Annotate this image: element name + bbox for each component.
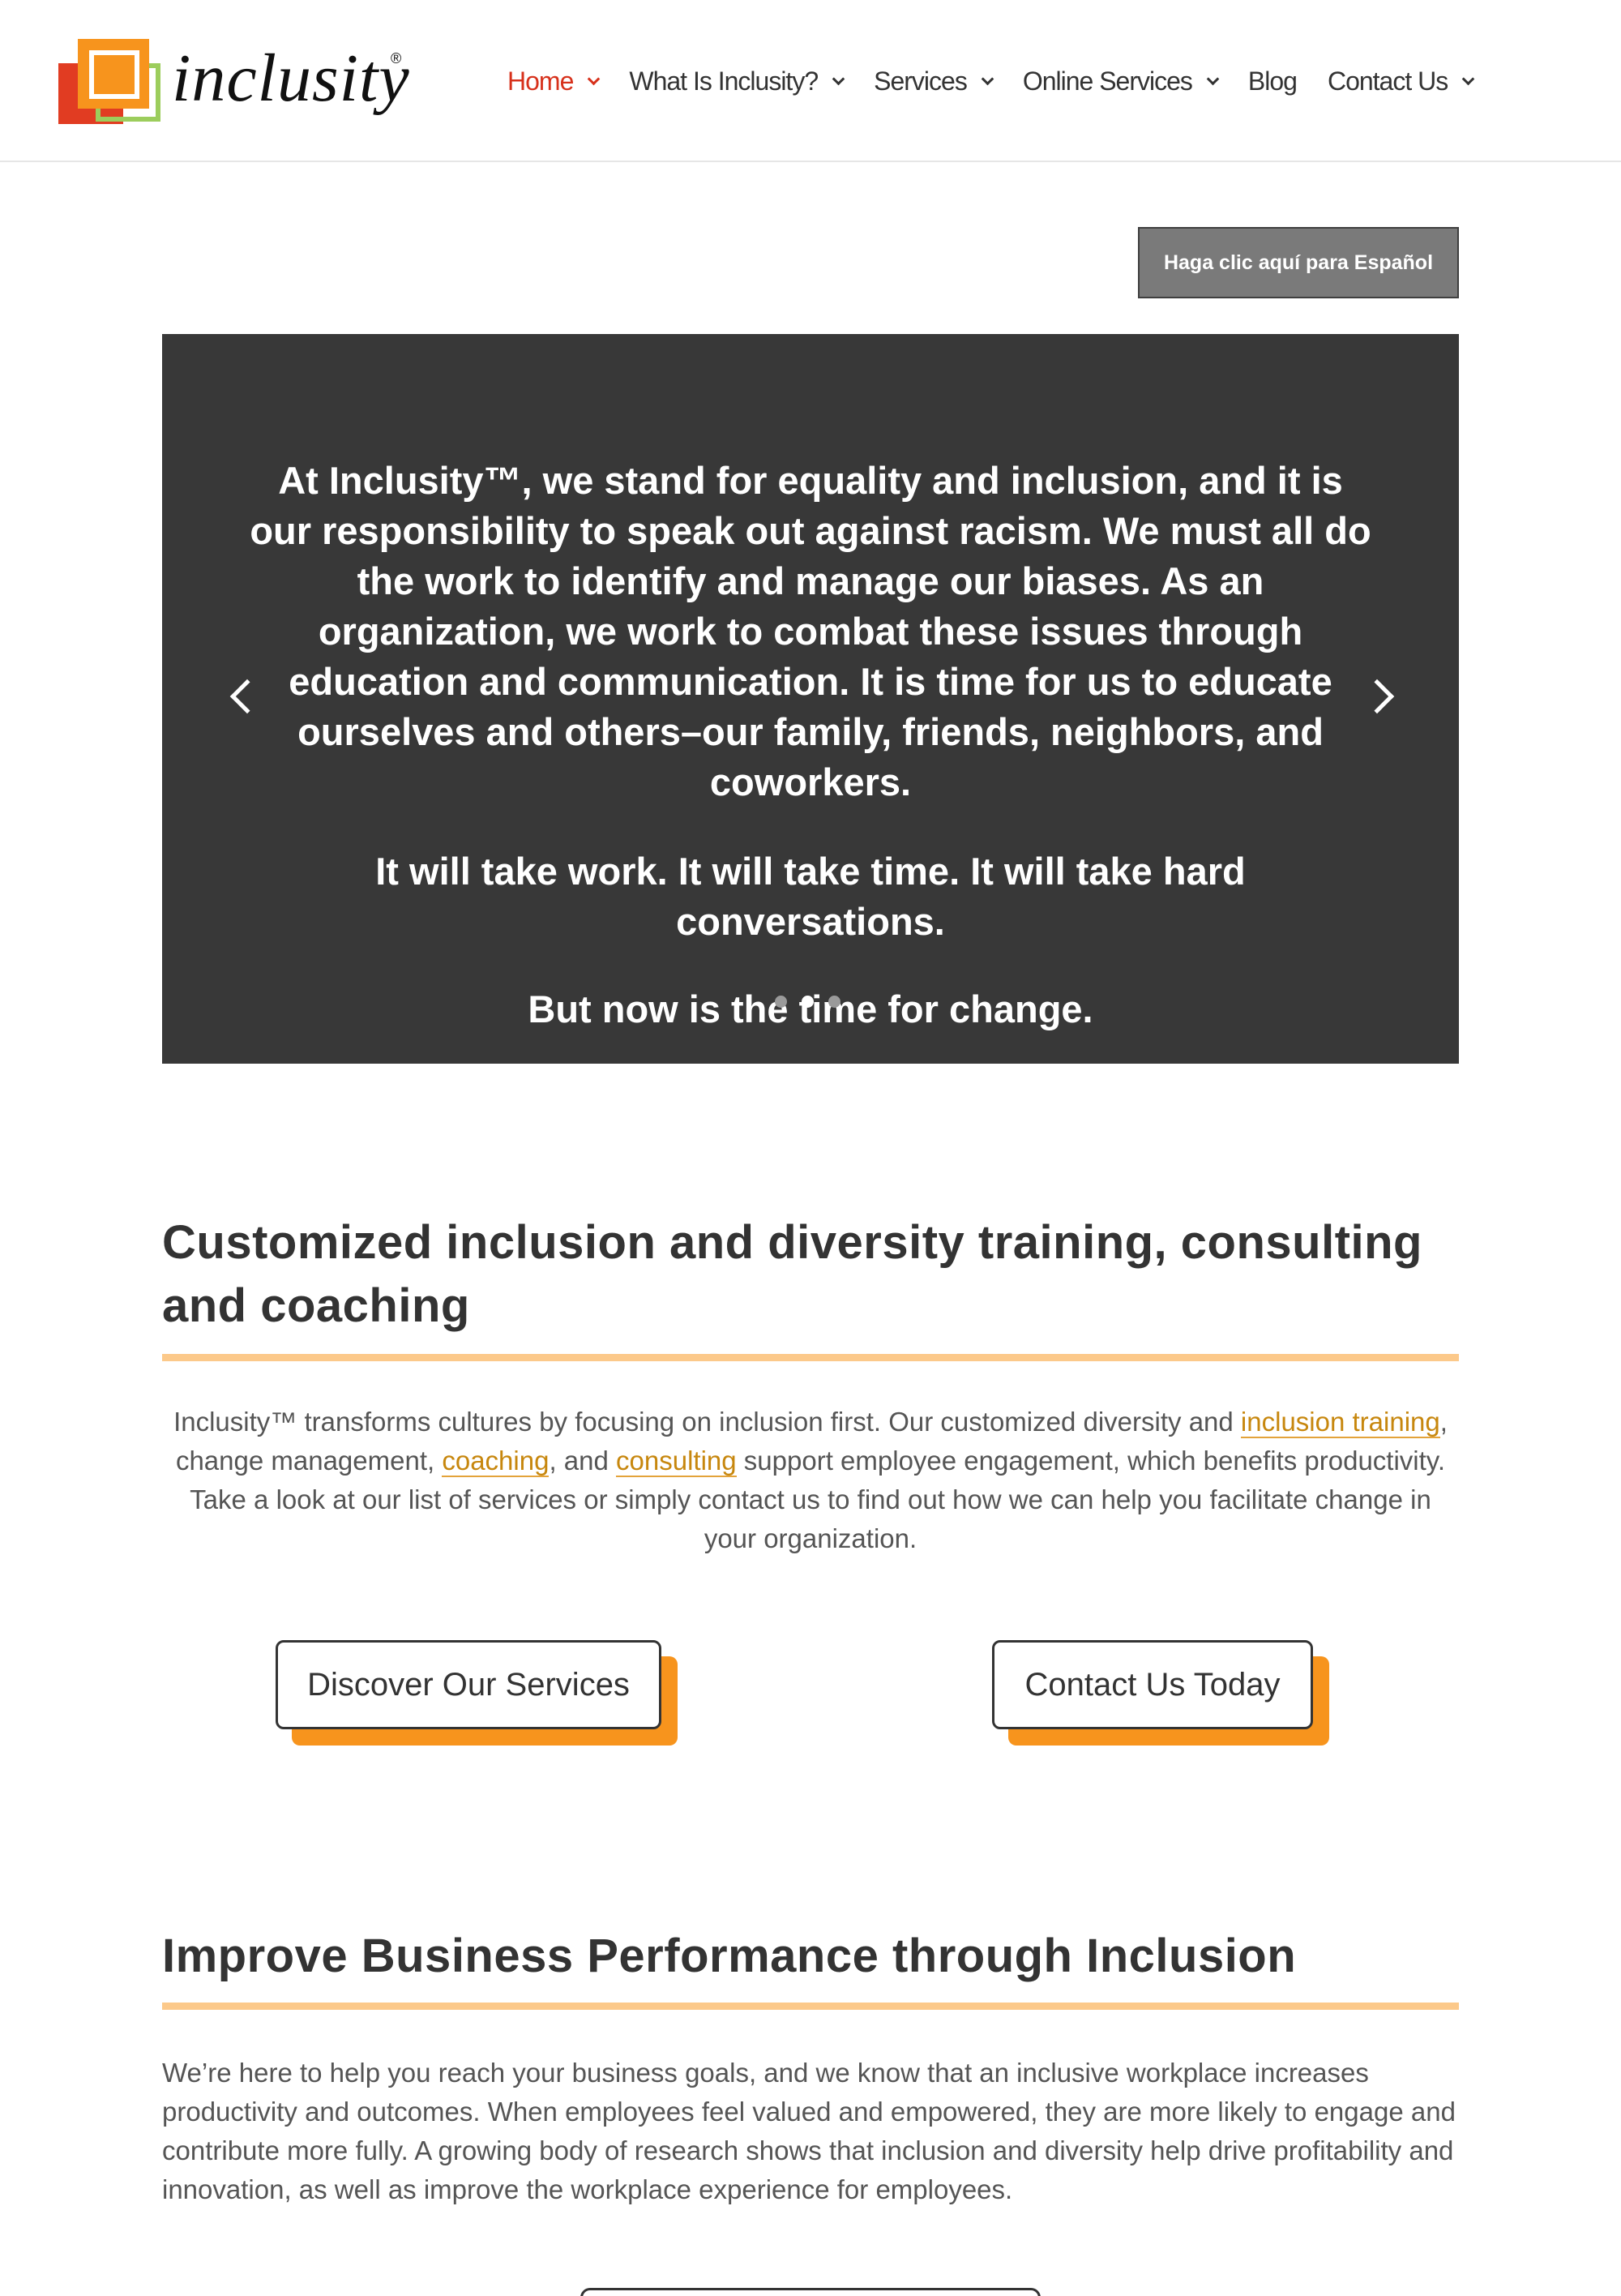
section-performance-text: We’re here to help you reach your busine… [162, 2058, 1456, 2204]
slider-pagination [775, 996, 855, 1008]
slider-dot[interactable] [828, 996, 840, 1008]
discover-services-button[interactable]: Discover Our Services [276, 1640, 678, 1746]
nav-item-label: What Is Inclusity? [629, 66, 819, 96]
site-header: inclusity ® Home What Is Inclusity? Serv… [0, 0, 1621, 162]
site-logo[interactable]: inclusity ® [58, 39, 415, 128]
nav-item-blog[interactable]: Blog [1247, 66, 1298, 96]
section-heading-training: Customized inclusion and diversity train… [162, 1216, 1422, 1332]
nav-item-home[interactable]: Home [507, 66, 601, 96]
heading-underline [162, 1354, 1459, 1361]
logo-text: inclusity [172, 41, 410, 116]
section-intro-text: Inclusity™ transforms cultures by focusi… [162, 1403, 1459, 1558]
slide-paragraph: But now is the time for change. [528, 987, 1093, 1030]
chevron-down-icon [588, 72, 601, 85]
spanish-language-button[interactable]: Haga clic aquí para Español [1138, 227, 1459, 298]
registered-mark: ® [391, 50, 402, 66]
nav-item-what-is-inclusity[interactable]: What Is Inclusity? [629, 66, 845, 96]
hero-slider: At Inclusity™, we stand for equality and… [162, 334, 1459, 1064]
button-label: Discover Our Services [276, 1640, 661, 1729]
logo-white-outline [89, 50, 139, 99]
contact-us-today-button[interactable]: Contact Us Today [992, 1640, 1329, 1746]
slide-paragraph: At Inclusity™, we stand for equality and… [250, 459, 1371, 803]
nav-item-label: Services [874, 66, 968, 96]
inclusion-training-link[interactable]: inclusion training [1240, 1407, 1440, 1438]
next-section-button-partial[interactable] [580, 2288, 1041, 2296]
section-heading-performance: Improve Business Performance through Inc… [162, 1930, 1297, 1982]
main-nav: Home What Is Inclusity? Services Online … [507, 58, 1475, 104]
button-label: Contact Us Today [992, 1640, 1313, 1729]
chevron-down-icon [1461, 72, 1475, 85]
nav-item-label: Home [507, 66, 574, 96]
nav-item-label: Blog [1247, 66, 1298, 96]
slider-next-arrow-icon[interactable] [1359, 679, 1399, 714]
slide-paragraph: It will take work. It will take time. It… [375, 850, 1246, 943]
nav-item-contact-us[interactable]: Contact Us [1327, 66, 1475, 96]
nav-item-label: Online Services [1022, 66, 1193, 96]
nav-item-online-services[interactable]: Online Services [1022, 66, 1220, 96]
chevron-down-icon [832, 72, 845, 85]
nav-item-label: Contact Us [1327, 66, 1448, 96]
intro-text-part: , and [549, 1446, 617, 1476]
chevron-down-icon [981, 72, 994, 85]
consulting-link[interactable]: consulting [616, 1446, 737, 1477]
slider-dot[interactable] [775, 996, 787, 1008]
chevron-down-icon [1206, 72, 1220, 85]
heading-underline [162, 2003, 1459, 2010]
nav-item-services[interactable]: Services [874, 66, 994, 96]
slide-content: At Inclusity™, we stand for equality and… [243, 456, 1378, 1073]
intro-text-part: Inclusity™ transforms cultures by focusi… [173, 1407, 1241, 1437]
coaching-link[interactable]: coaching [442, 1446, 550, 1477]
slider-dot-active[interactable] [802, 996, 814, 1008]
slider-prev-arrow-icon[interactable] [224, 679, 265, 714]
